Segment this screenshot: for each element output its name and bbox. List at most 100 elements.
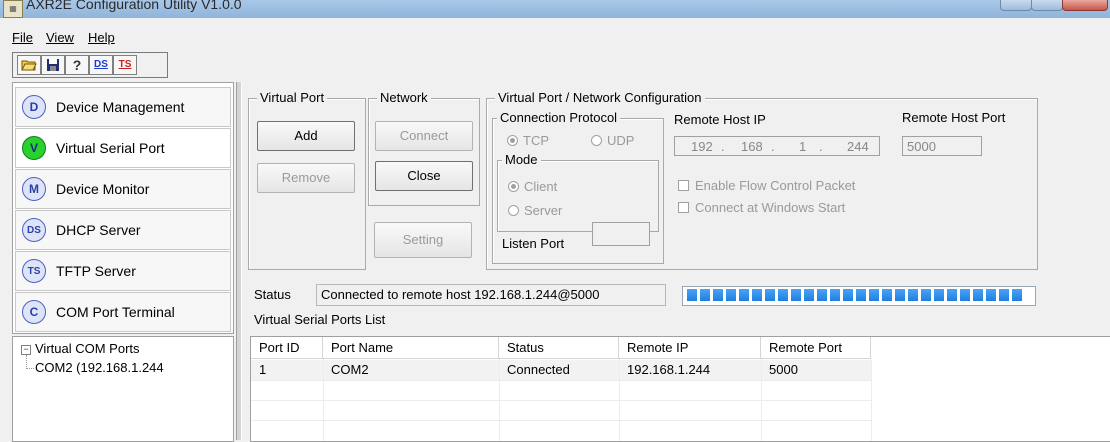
flow-control-checkbox[interactable]: Enable Flow Control Packet [678, 178, 855, 193]
title-bar: ▦ AXR2E Configuration Utility V1.0.0 [0, 0, 1110, 18]
remote-host-ip-field[interactable]: 192 . 168 . 1 . 244 [674, 136, 880, 156]
network-group: Network Connect Close [368, 90, 480, 206]
tcp-radio[interactable]: TCP [507, 133, 549, 148]
group-title: Virtual Port / Network Configuration [495, 90, 705, 105]
toolbar: ? DS TS [12, 52, 168, 78]
cell-port-id: 1 [259, 362, 267, 377]
column-header-remote-port[interactable]: Remote Port [761, 337, 871, 359]
nav-label: Device Monitor [56, 181, 150, 197]
nav-label: Device Management [56, 99, 185, 115]
virtual-serial-ports-table: Port ID Port Name Status Remote IP Remot… [250, 336, 1110, 442]
close-button[interactable]: Close [375, 161, 473, 191]
setting-button[interactable]: Setting [374, 222, 472, 258]
tree-collapse-icon[interactable]: − [21, 345, 31, 355]
progress-segment [817, 289, 827, 301]
dhcp-server-toolbar-button[interactable]: DS [89, 55, 113, 75]
column-header-status[interactable]: Status [499, 337, 619, 359]
nav-label: TFTP Server [56, 263, 136, 279]
progress-segment [752, 289, 762, 301]
progress-segment [791, 289, 801, 301]
ports-list-title: Virtual Serial Ports List [254, 312, 386, 327]
open-folder-icon[interactable] [17, 55, 41, 75]
window-title: AXR2E Configuration Utility V1.0.0 [26, 0, 242, 12]
remove-button[interactable]: Remove [257, 163, 355, 193]
dhcp-server-icon: DS [22, 218, 46, 242]
row-divider [251, 380, 871, 381]
progress-segment [999, 289, 1009, 301]
menu-file[interactable]: File [12, 30, 33, 45]
status-text: Connected to remote host 192.168.1.244@5… [316, 284, 666, 306]
tree-child-item[interactable]: COM2 (192.168.1.244 [35, 360, 164, 375]
listen-port-field[interactable] [592, 222, 650, 246]
device-monitor-icon: M [22, 177, 46, 201]
left-nav-panel: D Device Management V Virtual Serial Por… [12, 82, 234, 334]
status-label: Status [254, 287, 291, 302]
server-radio[interactable]: Server [508, 203, 562, 218]
nav-com-port-terminal[interactable]: C COM Port Terminal [15, 292, 231, 332]
progress-segment [960, 289, 970, 301]
cell-port-name: COM2 [331, 362, 369, 377]
maximize-button[interactable] [1031, 0, 1063, 11]
help-question-icon[interactable]: ? [65, 55, 89, 75]
column-header-port-name[interactable]: Port Name [323, 337, 499, 359]
group-title: Mode [502, 152, 541, 167]
progress-segment [700, 289, 710, 301]
group-title: Virtual Port [257, 90, 328, 105]
progress-segment [869, 289, 879, 301]
group-title: Network [377, 90, 431, 105]
progress-segment [765, 289, 775, 301]
table-row[interactable]: 1 COM2 Connected 192.168.1.244 5000 [251, 360, 871, 380]
client-radio[interactable]: Client [508, 179, 557, 194]
tree-connector [26, 368, 34, 370]
progress-segment [947, 289, 957, 301]
connect-at-start-checkbox[interactable]: Connect at Windows Start [678, 200, 845, 215]
column-divider [619, 359, 620, 441]
progress-segment [843, 289, 853, 301]
listen-port-label: Listen Port [502, 236, 565, 251]
progress-segment [739, 289, 749, 301]
close-button[interactable] [1062, 0, 1108, 11]
device-management-icon: D [22, 95, 46, 119]
remote-host-port-label: Remote Host Port [902, 110, 1006, 125]
progress-segment [804, 289, 814, 301]
menu-help[interactable]: Help [88, 30, 115, 45]
cell-status: Connected [507, 362, 570, 377]
tftp-server-icon: TS [22, 259, 46, 283]
progress-segment [856, 289, 866, 301]
column-divider [871, 359, 872, 441]
group-title: Connection Protocol [497, 110, 621, 125]
column-divider [499, 359, 500, 441]
virtual-serial-port-icon: V [22, 136, 46, 160]
nav-device-monitor[interactable]: M Device Monitor [15, 169, 231, 209]
remote-host-ip-label: Remote Host IP [674, 112, 766, 127]
nav-label: COM Port Terminal [56, 304, 175, 320]
nav-device-management[interactable]: D Device Management [15, 87, 231, 127]
virtual-port-group: Virtual Port Add Remove [248, 90, 366, 270]
remote-host-port-field[interactable]: 5000 [902, 136, 982, 156]
column-header-port-id[interactable]: Port ID [251, 337, 323, 359]
nav-dhcp-server[interactable]: DS DHCP Server [15, 210, 231, 250]
progress-segment [934, 289, 944, 301]
progress-segment [921, 289, 931, 301]
udp-radio[interactable]: UDP [591, 133, 634, 148]
save-disk-icon[interactable] [41, 55, 65, 75]
add-button[interactable]: Add [257, 121, 355, 151]
menu-view[interactable]: View [46, 30, 74, 45]
column-divider [323, 359, 324, 441]
progress-segment [1012, 289, 1022, 301]
nav-label: Virtual Serial Port [56, 140, 165, 156]
connect-button[interactable]: Connect [375, 121, 473, 151]
connection-progress-bar [682, 286, 1036, 306]
menu-bar: File View Help [0, 26, 1110, 50]
progress-segment [908, 289, 918, 301]
com-port-terminal-icon: C [22, 300, 46, 324]
column-header-remote-ip[interactable]: Remote IP [619, 337, 761, 359]
nav-virtual-serial-port[interactable]: V Virtual Serial Port [15, 128, 231, 168]
minimize-button[interactable] [1000, 0, 1032, 11]
progress-segment [830, 289, 840, 301]
tftp-server-toolbar-button[interactable]: TS [113, 55, 137, 75]
progress-segment [778, 289, 788, 301]
nav-tftp-server[interactable]: TS TFTP Server [15, 251, 231, 291]
tree-root-item[interactable]: Virtual COM Ports [35, 341, 140, 356]
panel-splitter[interactable] [236, 82, 242, 440]
